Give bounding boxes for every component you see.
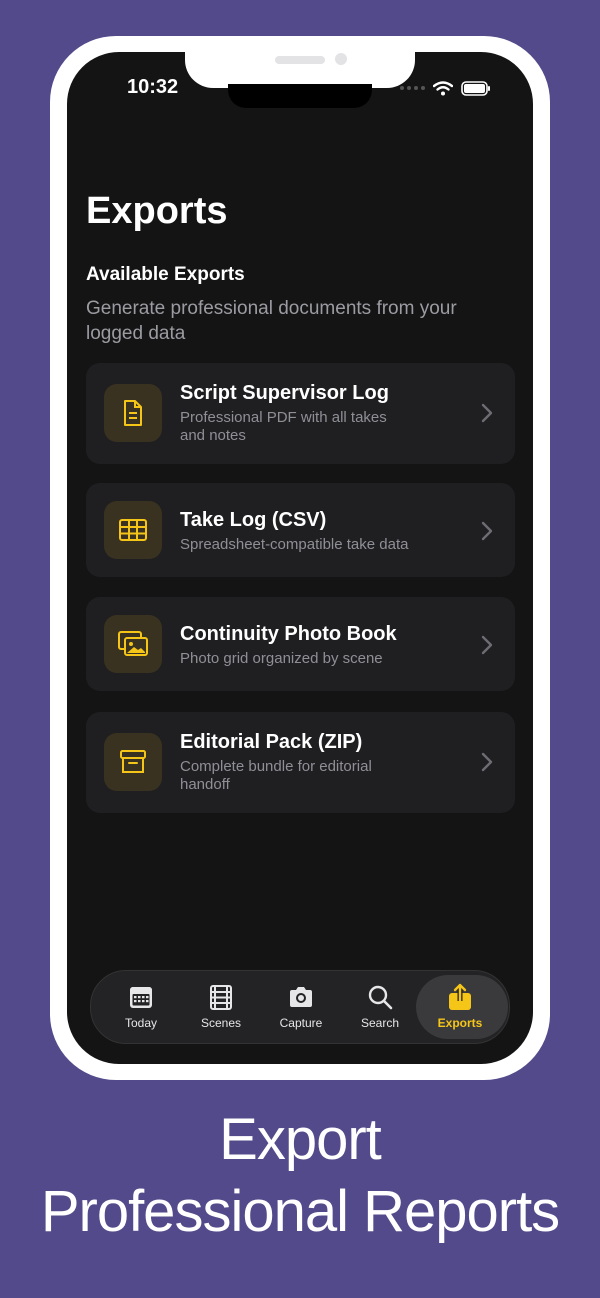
phone-notch	[185, 36, 415, 88]
export-card-continuity-photo-book[interactable]: Continuity Photo Book Photo grid organiz…	[86, 597, 515, 691]
export-subtitle: Photo grid organized by scene	[180, 650, 383, 667]
film-icon	[210, 985, 232, 1010]
marketing-headline-line2: Professional Reports	[40, 1179, 560, 1244]
archive-box-icon	[120, 750, 146, 773]
calendar-icon	[130, 987, 152, 1008]
tab-label: Today	[124, 1016, 158, 1030]
tab-capture[interactable]: Capture	[261, 971, 341, 1043]
export-card-take-log-csv[interactable]: Take Log (CSV) Spreadsheet-compatible ta…	[86, 483, 515, 577]
share-icon	[449, 983, 471, 1010]
tab-search[interactable]: Search	[340, 971, 420, 1043]
section-subtitle: Generate professional documents from you…	[86, 298, 457, 344]
tab-exports[interactable]: Exports	[416, 971, 508, 1043]
dynamic-island	[228, 84, 372, 108]
page-title: Exports	[86, 190, 228, 232]
export-subtitle: Complete bundle for editorial handoff	[180, 758, 372, 793]
export-title: Editorial Pack (ZIP)	[180, 731, 363, 753]
export-icon-tile	[104, 501, 162, 559]
tab-today[interactable]: Today	[101, 971, 181, 1043]
status-time: 10:32	[127, 76, 179, 98]
chevron-right-icon	[481, 752, 493, 772]
speaker-grille	[275, 56, 325, 64]
table-icon	[119, 519, 147, 541]
export-title: Script Supervisor Log	[180, 382, 389, 404]
export-subtitle: Professional PDF with all takes and note…	[180, 409, 387, 444]
marketing-headline-line1: Export	[219, 1107, 382, 1172]
tab-label: Scenes	[200, 1016, 242, 1030]
export-card-editorial-pack-zip[interactable]: Editorial Pack (ZIP) Complete bundle for…	[86, 712, 515, 813]
export-icon-tile	[104, 733, 162, 791]
export-title: Continuity Photo Book	[180, 623, 397, 645]
status-icons	[400, 78, 491, 98]
battery-icon	[461, 80, 490, 96]
chevron-right-icon	[481, 403, 493, 423]
chevron-right-icon	[481, 521, 493, 541]
chevron-right-icon	[481, 635, 493, 655]
tab-label: Exports	[437, 1016, 483, 1030]
export-icon-tile	[104, 615, 162, 673]
section-title: Available Exports	[86, 264, 245, 285]
camera-icon	[290, 987, 312, 1007]
photos-icon	[118, 631, 148, 656]
front-camera	[335, 53, 347, 65]
export-title: Take Log (CSV)	[180, 509, 327, 531]
export-card-script-supervisor-log[interactable]: Script Supervisor Log Professional PDF w…	[86, 363, 515, 464]
tab-label: Search	[360, 1016, 400, 1030]
document-icon	[124, 400, 142, 426]
tab-scenes[interactable]: Scenes	[181, 971, 261, 1043]
tab-bar: Today Scenes Capture Search Exports	[90, 970, 510, 1044]
signal-dots-icon	[400, 86, 425, 90]
export-subtitle: Spreadsheet-compatible take data	[180, 536, 409, 553]
search-icon	[368, 985, 393, 1010]
export-icon-tile	[104, 384, 162, 442]
wifi-icon	[433, 80, 453, 95]
tab-label: Capture	[279, 1016, 323, 1030]
